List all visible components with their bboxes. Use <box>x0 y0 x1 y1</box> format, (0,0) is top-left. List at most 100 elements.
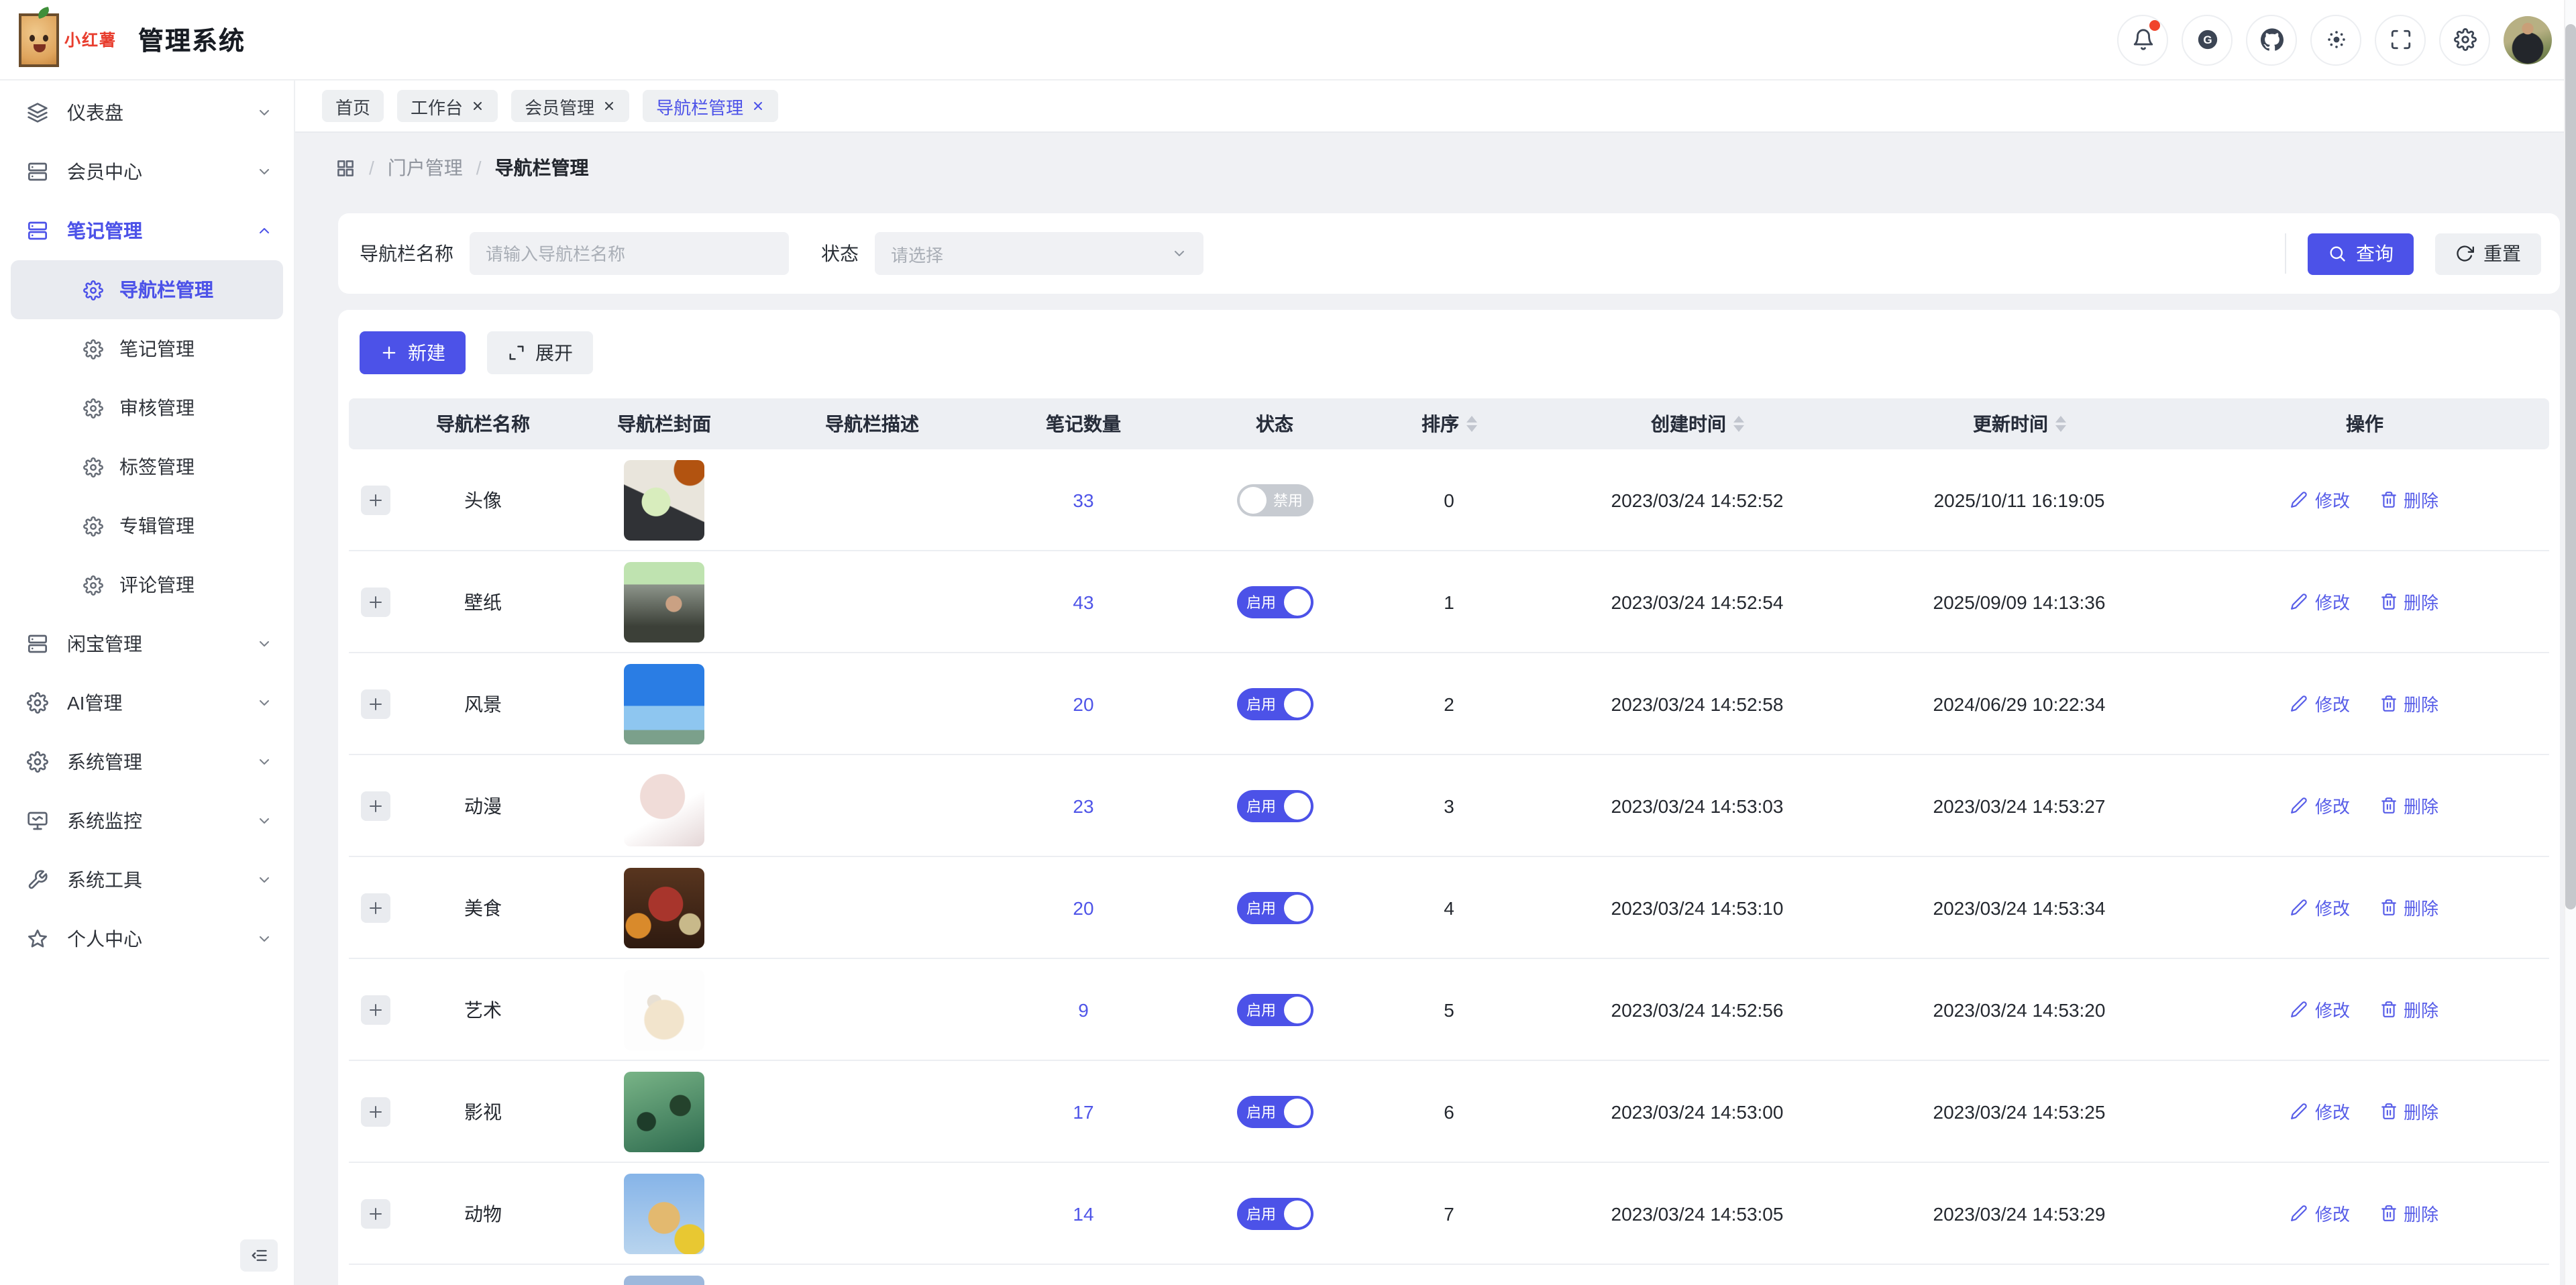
scrollbar-thumb[interactable] <box>2565 24 2576 909</box>
sidebar-item-4[interactable]: AI管理 <box>0 673 294 732</box>
status-toggle[interactable]: 启用 <box>1236 585 1313 618</box>
delete-button[interactable]: 删除 <box>2379 997 2438 1022</box>
edit-button[interactable]: 修改 <box>2291 997 2350 1022</box>
sidebar-subitem-2-2[interactable]: 审核管理 <box>11 378 283 437</box>
table-row: 动物 14 启用 7 2023/03/24 14:53:05 2023/03/2… <box>349 1163 2549 1265</box>
gitee-button[interactable]: G <box>2182 14 2233 65</box>
status-select[interactable]: 请选择 <box>875 232 1203 275</box>
edit-button[interactable]: 修改 <box>2291 691 2350 716</box>
gear-icon <box>83 280 103 300</box>
scrollbar-track[interactable] <box>2564 0 2576 1285</box>
edit-button[interactable]: 修改 <box>2291 487 2350 512</box>
close-icon[interactable] <box>602 99 616 113</box>
sidebar-subitem-2-0[interactable]: 导航栏管理 <box>11 260 283 319</box>
delete-button[interactable]: 删除 <box>2379 895 2438 920</box>
edit-button[interactable]: 修改 <box>2291 589 2350 614</box>
note-count-link[interactable]: 23 <box>1073 795 1093 816</box>
sidebar-item-5[interactable]: 系统管理 <box>0 732 294 791</box>
note-count-link[interactable]: 43 <box>1073 591 1093 612</box>
expand-row-button[interactable] <box>361 587 390 616</box>
status-toggle[interactable]: 启用 <box>1236 1197 1313 1229</box>
sidebar-item-6[interactable]: 系统监控 <box>0 791 294 850</box>
pencil-icon <box>2291 593 2308 610</box>
expand-row-button[interactable] <box>361 791 390 820</box>
notification-bell-button[interactable] <box>2117 14 2168 65</box>
sidebar-subitem-2-4[interactable]: 专辑管理 <box>11 496 283 555</box>
expand-row-button[interactable] <box>361 1198 390 1228</box>
expand-row-button[interactable] <box>361 485 390 514</box>
sidebar-item-7[interactable]: 系统工具 <box>0 850 294 909</box>
create-button[interactable]: 新建 <box>360 331 466 374</box>
tab-navbar-management[interactable]: 导航栏管理 <box>643 90 778 122</box>
breadcrumb-item-portal[interactable]: 门户管理 <box>388 154 463 181</box>
close-icon[interactable] <box>471 99 484 113</box>
column-header-sort[interactable]: 排序 <box>1362 410 1536 437</box>
note-count-link[interactable]: 20 <box>1073 693 1093 714</box>
column-header-updated[interactable]: 更新时间 <box>1858 410 2180 437</box>
expand-row-button[interactable] <box>361 689 390 718</box>
user-avatar[interactable] <box>2504 15 2552 64</box>
app-window: 小红薯 管理系统 G 仪表盘会员中心笔记管理导航栏管理笔记管理审核管理标签管理专… <box>0 0 2576 1285</box>
sidebar-item-2[interactable]: 笔记管理 <box>0 201 294 260</box>
close-icon[interactable] <box>751 99 765 113</box>
grid-icon[interactable] <box>335 158 356 178</box>
edit-button[interactable]: 修改 <box>2291 895 2350 920</box>
delete-button[interactable]: 删除 <box>2379 793 2438 818</box>
sort-value: 0 <box>1444 489 1454 510</box>
toggle-knob <box>1283 792 1310 819</box>
expand-row-button[interactable] <box>361 893 390 922</box>
sidebar-subitem-2-5[interactable]: 评论管理 <box>11 555 283 614</box>
tab-member-management[interactable]: 会员管理 <box>511 90 629 122</box>
tab-workbench[interactable]: 工作台 <box>397 90 498 122</box>
sort-carets-icon[interactable] <box>1466 416 1477 432</box>
search-button[interactable]: 查询 <box>2308 233 2414 274</box>
sidebar-subitem-2-3[interactable]: 标签管理 <box>11 437 283 496</box>
status-toggle[interactable]: 启用 <box>1236 687 1313 720</box>
sort-carets-icon[interactable] <box>1733 416 1743 432</box>
toggle-knob <box>1283 996 1310 1023</box>
expand-button[interactable]: 展开 <box>487 331 593 374</box>
chevron-down-icon <box>256 754 272 770</box>
status-toggle[interactable]: 启用 <box>1236 1095 1313 1127</box>
navbar-name-input[interactable] <box>470 232 789 275</box>
note-count-link[interactable]: 14 <box>1073 1203 1093 1224</box>
status-toggle[interactable]: 启用 <box>1236 789 1313 822</box>
column-header-cover: 导航栏封面 <box>564 410 765 437</box>
expand-row-button[interactable] <box>361 1097 390 1126</box>
settings-button[interactable] <box>2439 14 2490 65</box>
sidebar-collapse-button[interactable] <box>240 1239 278 1272</box>
note-count-link[interactable]: 17 <box>1073 1101 1093 1122</box>
table-row: 动漫 23 启用 3 2023/03/24 14:53:03 2023/03/2… <box>349 755 2549 857</box>
status-toggle[interactable]: 启用 <box>1236 993 1313 1025</box>
sidebar-item-8[interactable]: 个人中心 <box>0 909 294 968</box>
note-count-link[interactable]: 9 <box>1078 999 1089 1020</box>
monitor-icon <box>27 810 48 832</box>
delete-button[interactable]: 删除 <box>2379 589 2438 614</box>
delete-button[interactable]: 删除 <box>2379 1200 2438 1226</box>
delete-button[interactable]: 删除 <box>2379 487 2438 512</box>
note-count-link[interactable]: 20 <box>1073 897 1093 918</box>
theme-sun-button[interactable] <box>2310 14 2361 65</box>
edit-button[interactable]: 修改 <box>2291 1200 2350 1226</box>
status-toggle[interactable]: 禁用 <box>1236 484 1313 516</box>
expand-corners-icon <box>507 343 526 362</box>
reset-button[interactable]: 重置 <box>2435 233 2541 274</box>
edit-button[interactable]: 修改 <box>2291 1099 2350 1124</box>
column-header-created[interactable]: 创建时间 <box>1536 410 1858 437</box>
delete-button[interactable]: 删除 <box>2379 1099 2438 1124</box>
tab-home[interactable]: 首页 <box>322 90 384 122</box>
sidebar-item-3[interactable]: 闲宝管理 <box>0 614 294 673</box>
sidebar-item-1[interactable]: 会员中心 <box>0 142 294 201</box>
note-count-link[interactable]: 33 <box>1073 489 1093 510</box>
sidebar-item-0[interactable]: 仪表盘 <box>0 83 294 142</box>
edit-button[interactable]: 修改 <box>2291 793 2350 818</box>
fullscreen-button[interactable] <box>2375 14 2426 65</box>
sort-carets-icon[interactable] <box>2055 416 2065 432</box>
expand-row-button[interactable] <box>361 995 390 1024</box>
status-toggle[interactable]: 启用 <box>1236 891 1313 924</box>
sidebar-subitem-2-1[interactable]: 笔记管理 <box>11 319 283 378</box>
created-time: 2023/03/24 14:53:03 <box>1611 795 1784 816</box>
trash-icon <box>2379 899 2397 916</box>
github-button[interactable] <box>2246 14 2297 65</box>
delete-button[interactable]: 删除 <box>2379 691 2438 716</box>
